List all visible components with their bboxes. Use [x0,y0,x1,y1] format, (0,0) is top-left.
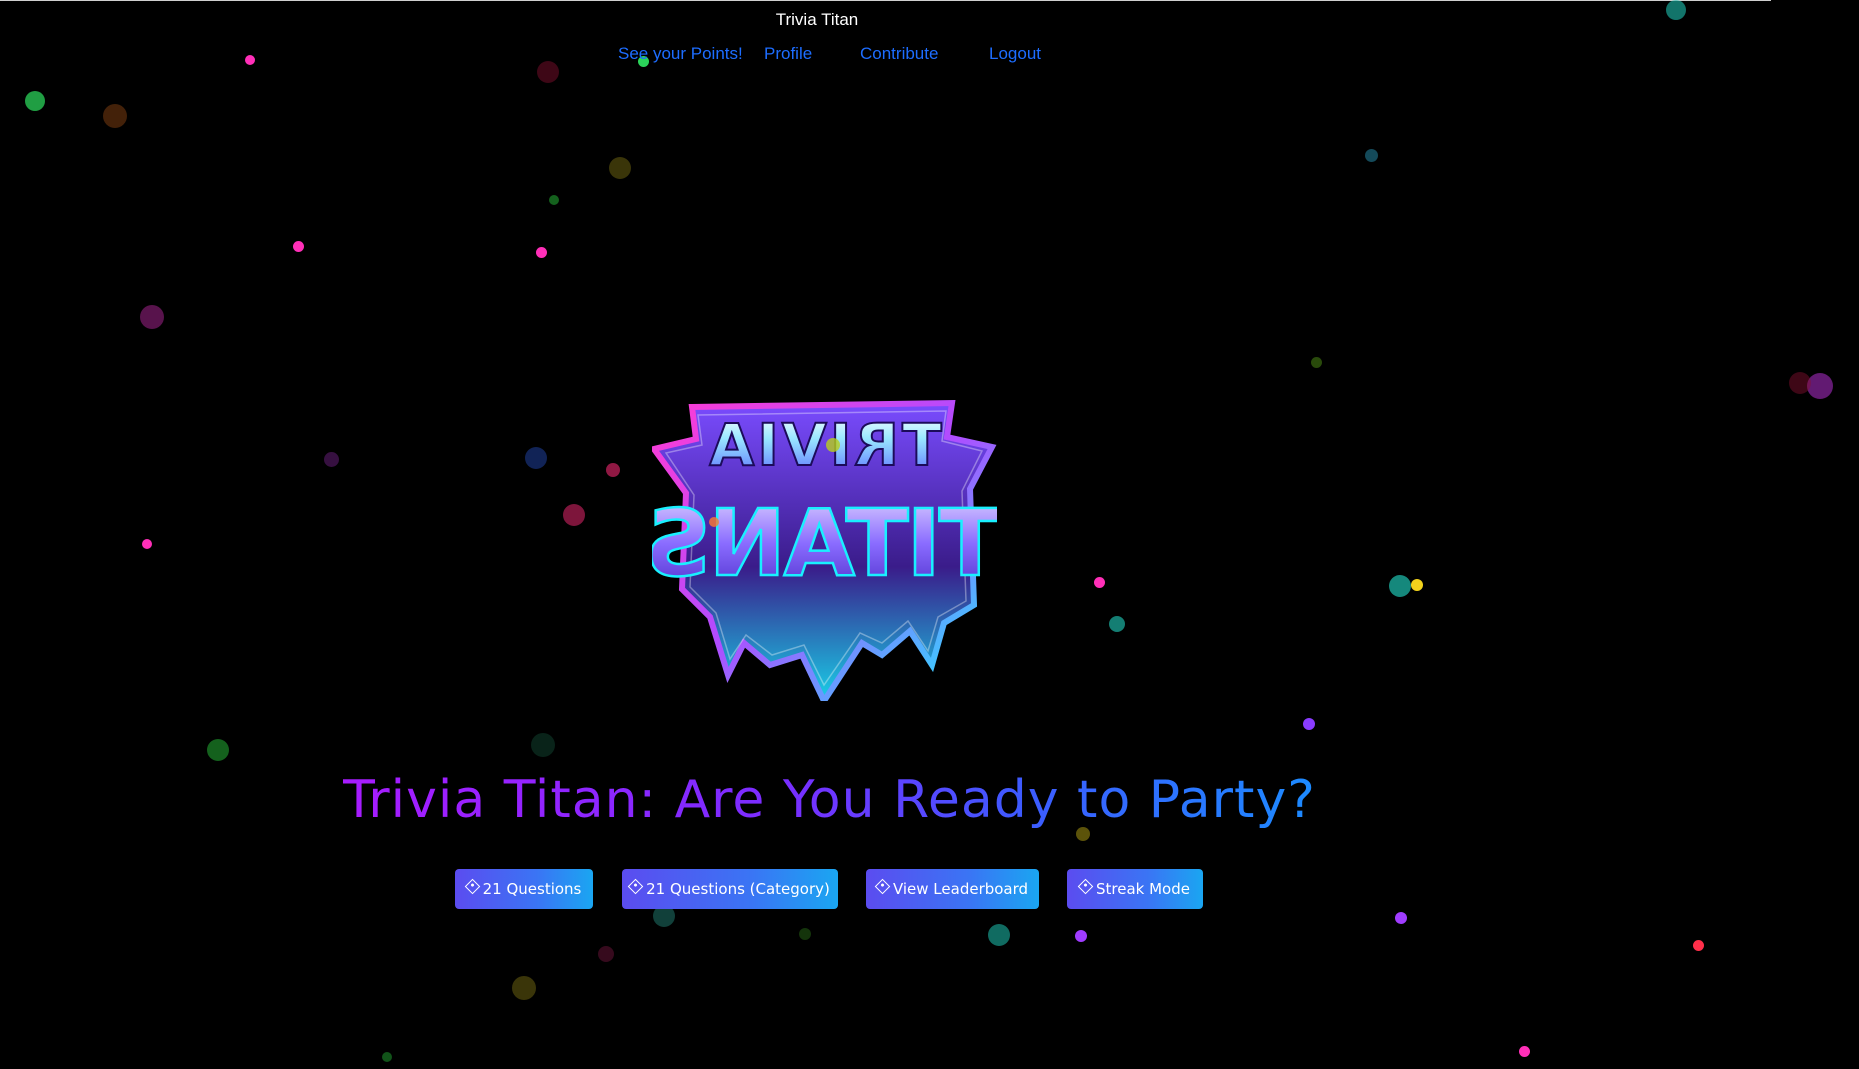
nav-link-points[interactable]: See your Points! [618,44,743,64]
particle [1109,616,1125,632]
diamond-icon [627,878,644,894]
site-title: Trivia Titan [775,10,859,29]
particle [140,305,164,329]
particle [799,928,811,940]
particle [598,946,614,962]
nav-link-logout[interactable]: Logout [989,44,1041,64]
button-label: Streak Mode [1096,880,1190,898]
particle [1075,930,1087,942]
particle [1807,373,1833,399]
diamond-icon [1077,878,1094,894]
particle [1666,0,1686,20]
particle [25,91,45,111]
particle [525,447,547,469]
particle [1303,718,1315,730]
button-label: 21 Questions [482,880,582,898]
diamond-icon [464,878,480,894]
particle [1094,577,1105,588]
logo-line2: TITANS [652,490,997,597]
particle [536,247,547,258]
nav-link-contribute[interactable]: Contribute [860,44,938,64]
particle [609,157,631,179]
21-questions-category-button[interactable]: 21 Questions (Category) [622,869,838,909]
particle [549,195,559,205]
particle [207,739,229,761]
button-label: 21 Questions (Category) [646,880,830,898]
trivia-titans-logo: TRIVIA TITANS [652,399,997,701]
particle [531,733,555,757]
nav-link-profile[interactable]: Profile [764,44,812,64]
particle [606,463,620,477]
particle [1365,149,1378,162]
top-nav: See your Points! Profile Contribute Logo… [0,44,1859,66]
particle [1389,575,1411,597]
particle [1395,912,1407,924]
particle [1789,372,1811,394]
particle [103,104,127,128]
particle [1411,579,1423,591]
particle [382,1052,392,1062]
particle [142,539,152,549]
page-headline: Trivia Titan: Are You Ready to Party? [0,770,1659,830]
button-label: View Leaderboard [892,880,1029,898]
particle [1519,1046,1530,1057]
21-questions-button[interactable]: 21 Questions [455,869,593,909]
particle [988,924,1010,946]
particle [512,976,536,1000]
particle [1311,357,1322,368]
streak-mode-button[interactable]: Streak Mode [1067,869,1203,909]
particle [324,452,339,467]
particle [563,504,585,526]
particle [1693,940,1704,951]
view-leaderboard-button[interactable]: View Leaderboard [866,869,1039,909]
logo-line1: TRIVIA [706,411,941,479]
particle [293,241,304,252]
diamond-icon [874,878,891,894]
headline-text: Trivia Titan: Are You Ready to Party? [343,770,1316,830]
